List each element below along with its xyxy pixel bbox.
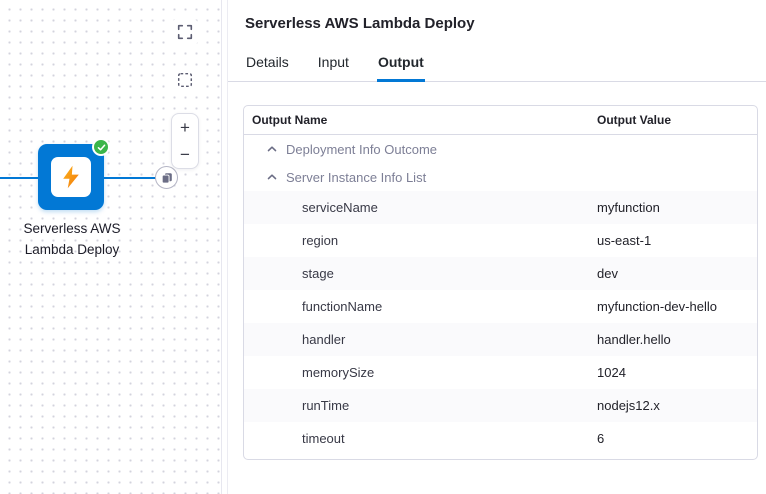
tab-input[interactable]: Input [317,54,350,82]
output-name-cell: functionName [244,299,597,314]
edge-line-right [104,177,156,179]
table-row: functionName myfunction-dev-hello [244,290,757,323]
step-details-panel: Serverless AWS Lambda Deploy Details Inp… [228,0,766,494]
output-value-cell: 1024 [597,365,757,380]
zoom-controls: + − [171,113,199,169]
output-value-cell: handler.hello [597,332,757,347]
table-row: runTime nodejs12.x [244,389,757,422]
group-label: Deployment Info Outcome [286,142,437,157]
output-name-cell: region [244,233,597,248]
lambda-bolt-icon [51,157,91,197]
step-connector-node[interactable] [155,166,178,189]
column-header-output-value: Output Value [597,113,757,127]
output-name-cell: handler [244,332,597,347]
output-table: Output Name Output Value Deployment Info… [243,105,758,460]
output-value-cell: 6 [597,431,757,446]
tab-output[interactable]: Output [377,54,425,82]
pipeline-canvas[interactable]: Serverless AWS Lambda Deploy + − [0,0,222,494]
output-name-cell: serviceName [244,200,597,215]
table-row: handler handler.hello [244,323,757,356]
group-label: Server Instance Info List [286,170,426,185]
app-root: Serverless AWS Lambda Deploy + − Serverl… [0,0,766,494]
marquee-select-button[interactable] [172,67,198,93]
marquee-select-icon [176,71,194,89]
output-table-header: Output Name Output Value [244,106,757,135]
output-name-cell: runTime [244,398,597,413]
group-row-deployment-info-outcome[interactable]: Deployment Info Outcome [244,135,757,163]
column-header-output-name: Output Name [244,113,597,127]
success-check-icon [92,138,110,156]
zoom-in-button[interactable]: + [172,114,198,141]
output-name-cell: timeout [244,431,597,446]
panel-title: Serverless AWS Lambda Deploy [228,0,766,32]
output-value-cell: myfunction [597,200,757,215]
output-value-cell: myfunction-dev-hello [597,299,757,314]
table-row: region us-east-1 [244,224,757,257]
connector-file-icon [161,172,173,184]
fullscreen-icon [176,23,194,41]
fullscreen-button[interactable] [172,19,198,45]
table-row: stage dev [244,257,757,290]
tab-details[interactable]: Details [245,54,290,82]
panel-tabs: Details Input Output [228,54,766,82]
output-value-cell: us-east-1 [597,233,757,248]
step-node-label: Serverless AWS Lambda Deploy [8,219,136,261]
table-row: memorySize 1024 [244,356,757,389]
table-row: timeout 6 [244,422,757,455]
output-name-cell: memorySize [244,365,597,380]
output-value-cell: nodejs12.x [597,398,757,413]
edge-line-left [0,177,38,179]
table-row: serviceName myfunction [244,191,757,224]
chevron-up-icon[interactable] [266,171,278,183]
output-name-cell: stage [244,266,597,281]
step-node-serverless-lambda-deploy[interactable] [38,144,104,210]
zoom-out-button[interactable]: − [172,141,198,168]
group-row-server-instance-info-list[interactable]: Server Instance Info List [244,163,757,191]
chevron-up-icon[interactable] [266,143,278,155]
output-value-cell: dev [597,266,757,281]
